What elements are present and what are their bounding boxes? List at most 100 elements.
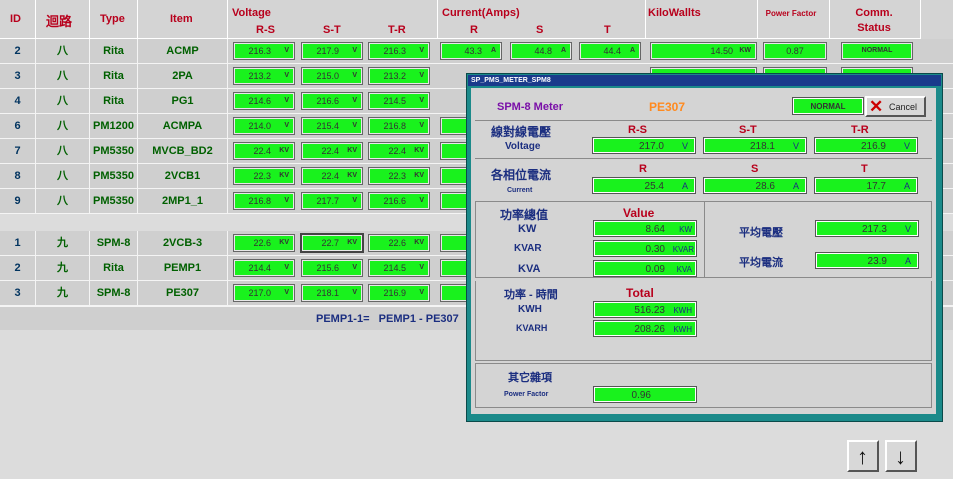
cell-type: PM5350	[90, 189, 138, 213]
header-kilowatts: KiloWallts	[648, 7, 701, 19]
cell-item: MVCB_BD2	[138, 139, 228, 163]
scroll-down-button[interactable]: ↓	[885, 440, 917, 472]
power-factor-label: Power Factor	[504, 391, 549, 398]
voltage-display[interactable]: 215.6 V	[301, 259, 363, 277]
kw-display: 8.64 KW	[593, 220, 697, 237]
header-type: Type	[100, 13, 125, 25]
cell-item: 2VCB-3	[138, 231, 228, 255]
header-loop: 迴路	[46, 14, 73, 29]
popup-header-tr: T-R	[851, 124, 869, 136]
kvar-label: KVAR	[514, 243, 542, 254]
voltage-display[interactable]: 214.5 V	[368, 92, 430, 110]
cell-id: 4	[0, 89, 36, 113]
voltage-display[interactable]: 213.2 V	[233, 67, 295, 85]
voltage-display[interactable]: 213.2 V	[368, 67, 430, 85]
popup-header-st: S-T	[739, 124, 757, 136]
energy-total-header: Total	[626, 286, 654, 300]
cell-loop: 八	[36, 114, 90, 138]
voltage-rs-display: 217.0 V	[592, 137, 696, 154]
current-t-display: 17.7 A	[814, 177, 918, 194]
voltage-tr-display: 216.9 V	[814, 137, 918, 154]
voltage-display[interactable]: 217.9 V	[301, 42, 363, 60]
kva-display: 0.09 KVA	[593, 260, 697, 277]
formula-text: PEMP1-1= PEMP1 - PE307	[316, 313, 459, 325]
voltage-display[interactable]: 216.3 V	[368, 42, 430, 60]
voltage-display[interactable]: 214.0 V	[233, 117, 295, 135]
cell-item: PE307	[138, 281, 228, 305]
avg-voltage-label: 平均電壓	[739, 227, 783, 239]
voltage-display[interactable]: 22.4 KV	[368, 142, 430, 160]
header-rs: R-S	[256, 24, 275, 36]
current-label-en: Current	[507, 187, 533, 194]
voltage-display[interactable]: 214.5 V	[368, 259, 430, 277]
cell-type: Rita	[90, 256, 138, 280]
voltage-display[interactable]: 216.8 V	[368, 117, 430, 135]
voltage-display[interactable]: 215.0 V	[301, 67, 363, 85]
header-comm-status: Comm. Status	[855, 7, 893, 34]
cell-id: 7	[0, 139, 36, 163]
voltage-display[interactable]: 22.4 KV	[301, 167, 363, 185]
cell-id: 3	[0, 64, 36, 88]
current-label-cn: 各相位電流	[491, 168, 552, 182]
cell-loop: 九	[36, 256, 90, 280]
current-display[interactable]: 44.4 A	[579, 42, 641, 60]
cell-id: 2	[0, 256, 36, 280]
cell-type: Rita	[90, 89, 138, 113]
cell-type: Rita	[90, 64, 138, 88]
cell-item: 2VCB1	[138, 164, 228, 188]
header-item: Item	[170, 13, 193, 25]
kva-label: KVA	[518, 263, 541, 275]
cell-loop: 九	[36, 231, 90, 255]
voltage-display[interactable]: 22.4 KV	[233, 142, 295, 160]
header-power-factor: Power Factor	[765, 9, 817, 18]
voltage-label-cn: 線對線電壓	[491, 125, 552, 139]
kwh-label: KWH	[518, 304, 542, 315]
cell-loop: 八	[36, 164, 90, 188]
header-st: S-T	[323, 24, 341, 36]
scroll-up-button[interactable]: ↑	[847, 440, 879, 472]
current-display[interactable]: 44.8 A	[510, 42, 572, 60]
voltage-display[interactable]: 22.3 KV	[233, 167, 295, 185]
voltage-display[interactable]: 216.6 V	[368, 192, 430, 210]
header-current: Current(Amps)	[442, 7, 520, 19]
voltage-display[interactable]: 217.0 V	[233, 284, 295, 302]
arrow-down-icon: ↓	[895, 444, 906, 469]
popup-header-t: T	[861, 163, 868, 175]
cell-loop: 八	[36, 39, 90, 63]
dialog-titlebar[interactable]: SP_PMS_METER_SPM8	[468, 75, 941, 86]
voltage-display[interactable]: 217.7 V	[301, 192, 363, 210]
cell-id: 2	[0, 39, 36, 63]
cell-type: PM5350	[90, 164, 138, 188]
cell-id: 9	[0, 189, 36, 213]
voltage-display[interactable]: 22.4 KV	[301, 142, 363, 160]
popup-header-s: S	[751, 163, 759, 175]
meter-name: PE307	[649, 100, 686, 114]
voltage-display[interactable]: 216.9 V	[368, 284, 430, 302]
cancel-button[interactable]: ✕ Cancel	[865, 96, 926, 117]
status-badge: NORMAL	[792, 97, 864, 115]
voltage-display[interactable]: 214.6 V	[233, 92, 295, 110]
kilowatt-display[interactable]: 14.50 KW	[650, 42, 757, 60]
cell-type: Rita	[90, 39, 138, 63]
header-t: T	[604, 24, 611, 36]
header-s: S	[536, 24, 544, 36]
current-display[interactable]: 43.3 A	[440, 42, 502, 60]
cell-item: ACMPA	[138, 114, 228, 138]
voltage-display[interactable]: 22.6 KV	[368, 234, 430, 252]
voltage-display[interactable]: 22.6 KV	[233, 234, 295, 252]
meter-model: SPM-8 Meter	[497, 101, 564, 113]
power-label-cn: 功率總值	[500, 208, 549, 222]
popup-header-r: R	[639, 163, 647, 175]
voltage-display[interactable]: 216.3 V	[233, 42, 295, 60]
kwh-display: 516.23 KWH	[593, 301, 697, 318]
voltage-display[interactable]: 216.8 V	[233, 192, 295, 210]
voltage-display[interactable]: 22.3 KV	[368, 167, 430, 185]
cell-item: ACMP	[138, 39, 228, 63]
voltage-display[interactable]: 216.6 V	[301, 92, 363, 110]
voltage-display[interactable]: 218.1 V	[301, 284, 363, 302]
voltage-display[interactable]: 214.4 V	[233, 259, 295, 277]
power-factor-display[interactable]: 0.87	[763, 42, 827, 60]
table-row[interactable]: 2 八 Rita ACMP 216.3 V 217.9 V 216.3 V 43.3 A 44.8 A 44…	[0, 39, 953, 64]
voltage-display[interactable]: 22.7 KV	[300, 233, 364, 253]
voltage-display[interactable]: 215.4 V	[301, 117, 363, 135]
